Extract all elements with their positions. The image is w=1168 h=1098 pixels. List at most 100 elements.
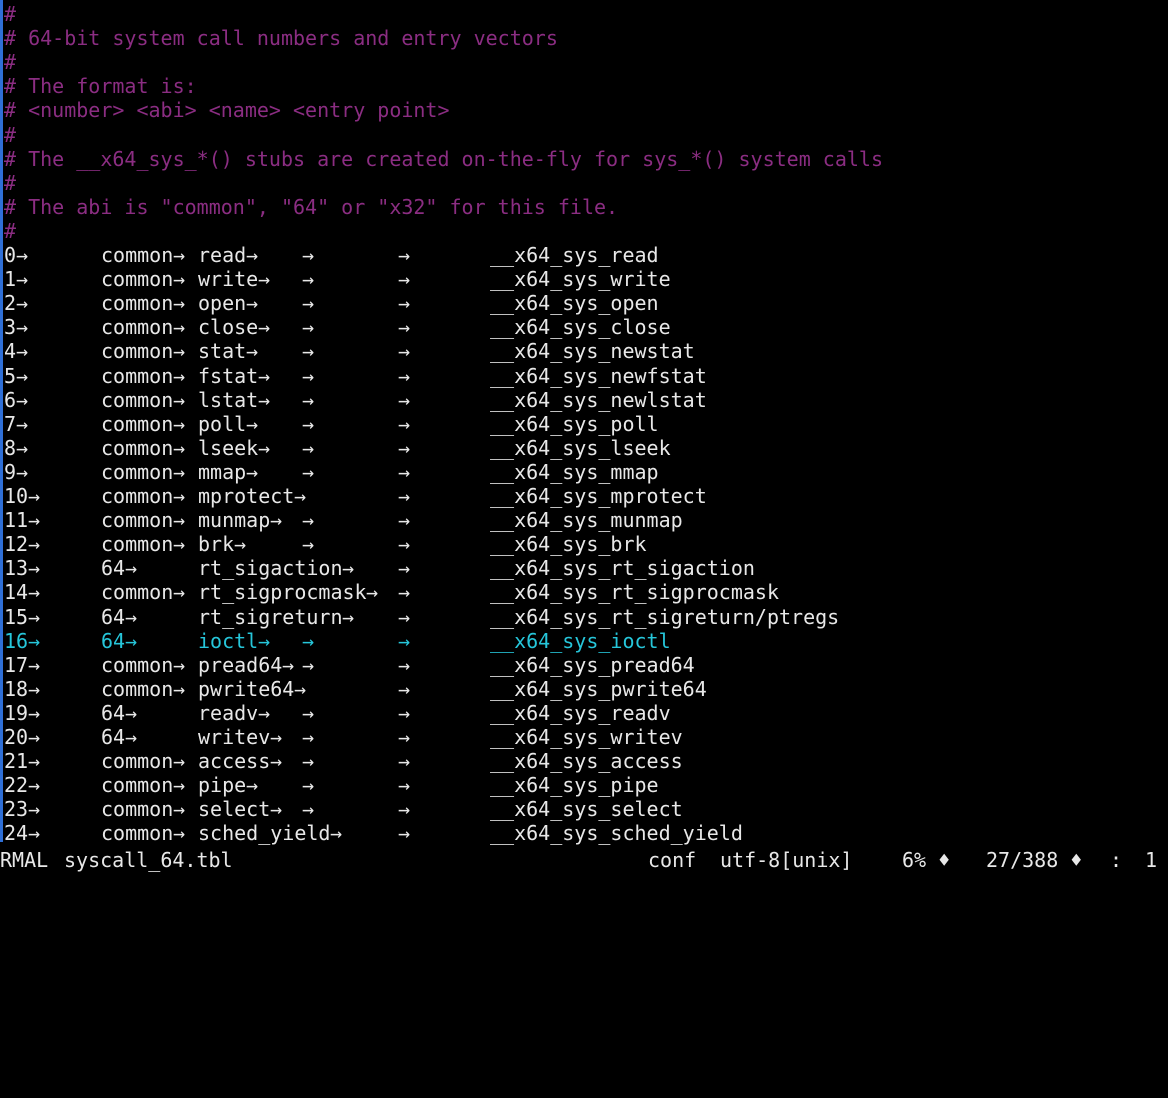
- syscall-row[interactable]: 4 common stat __x64_sys_newstat → → → → →: [4, 339, 1164, 363]
- syscall-row[interactable]: 12 common brk __x64_sys_brk → → → → →: [4, 532, 1164, 556]
- syscall-row[interactable]: 10 common mprotect __x64_sys_mprotect → → → →: [4, 484, 1164, 508]
- syscall-row[interactable]: 22 common pipe __x64_sys_pipe → → → → →: [4, 773, 1164, 797]
- syscall-row[interactable]: 3 common close __x64_sys_close → → → → →: [4, 315, 1164, 339]
- syscall-abi: 64: [101, 628, 126, 653]
- tab-arrow-icon: →: [173, 484, 186, 508]
- tab-arrow-icon: →: [302, 749, 315, 774]
- syscall-entry-point: __x64_sys_newstat: [490, 339, 695, 364]
- tab-arrow-icon: →: [294, 484, 307, 508]
- syscall-number: 14: [4, 580, 29, 605]
- syscall-abi: common: [101, 267, 174, 292]
- tab-arrow-icon: →: [246, 773, 259, 798]
- tab-arrow-icon: →: [302, 652, 315, 677]
- syscall-abi: 64: [101, 725, 126, 749]
- tab-arrow-icon: →: [270, 725, 283, 749]
- tab-arrow-icon: →: [28, 797, 41, 822]
- tab-arrow-icon: →: [258, 700, 271, 725]
- syscall-row[interactable]: 20 64 writev __x64_sys_writev → → → → →: [4, 725, 1164, 749]
- syscall-row[interactable]: 15 64 rt_sigreturn __x64_sys_rt_sigreturn/p…: [4, 605, 1164, 629]
- syscall-number: 1: [4, 267, 17, 292]
- syscall-row[interactable]: 9 common mmap __x64_sys_mmap → → → → →: [4, 460, 1164, 484]
- tab-arrow-icon: →: [173, 532, 186, 557]
- syscall-row[interactable]: 5 common fstat __x64_sys_newfstat → → → → →: [4, 364, 1164, 388]
- syscall-abi: common: [101, 797, 174, 822]
- left-margin-bar: [0, 0, 3, 842]
- tab-arrow-icon: →: [173, 773, 186, 798]
- tab-arrow-icon: →: [16, 459, 29, 484]
- syscall-name: pipe: [198, 773, 247, 798]
- tab-arrow-icon: →: [173, 652, 186, 677]
- syscall-row[interactable]: 1 common write __x64_sys_write → → → → →: [4, 267, 1164, 291]
- tab-arrow-icon: →: [398, 291, 411, 316]
- syscall-entry-point: __x64_sys_open: [490, 291, 659, 316]
- tab-arrow-icon: →: [173, 508, 186, 533]
- syscall-entry-point: __x64_sys_rt_sigprocmask: [490, 580, 779, 605]
- syscall-row[interactable]: 17 common pread64 __x64_sys_pread64 → → → → →: [4, 653, 1164, 677]
- tab-arrow-icon: →: [28, 652, 41, 677]
- syscall-row[interactable]: 18 common pwrite64 __x64_sys_pwrite64 → → → →: [4, 677, 1164, 701]
- tab-arrow-icon: →: [302, 387, 315, 412]
- syscall-number: 11: [4, 508, 29, 533]
- tab-arrow-icon: →: [16, 339, 29, 364]
- syscall-number: 23: [4, 797, 29, 822]
- syscall-row[interactable]: 11 common munmap __x64_sys_munmap → → → → →: [4, 508, 1164, 532]
- syscall-row[interactable]: 2 common open __x64_sys_open → → → → →: [4, 291, 1164, 315]
- syscall-number: 16: [4, 628, 29, 653]
- tab-arrow-icon: →: [302, 700, 315, 725]
- syscall-name: access: [198, 749, 271, 774]
- syscall-abi: common: [101, 435, 174, 460]
- tab-arrow-icon: →: [28, 725, 41, 749]
- comment-line: #: [4, 122, 17, 147]
- syscall-name: readv: [198, 700, 259, 725]
- syscall-row[interactable]: 23 common select __x64_sys_select → → → → →: [4, 797, 1164, 821]
- syscall-name: stat: [198, 339, 247, 364]
- syscall-entry-point: __x64_sys_poll: [490, 411, 659, 436]
- tab-arrow-icon: →: [173, 267, 186, 292]
- syscall-number: 5: [4, 363, 17, 388]
- tab-arrow-icon: →: [398, 243, 411, 267]
- tab-arrow-icon: →: [173, 339, 186, 364]
- syscall-number: 15: [4, 604, 29, 629]
- file-encoding: utf-8[unix]: [720, 848, 853, 872]
- syscall-entry-point: __x64_sys_writev: [490, 725, 683, 749]
- syscall-row[interactable]: 16 64 ioctl __x64_sys_ioctl → → → → →: [4, 629, 1164, 653]
- syscall-name: mmap: [198, 459, 247, 484]
- tab-arrow-icon: →: [302, 363, 315, 388]
- syscall-row[interactable]: 21 common access __x64_sys_access → → → → →: [4, 749, 1164, 773]
- tab-arrow-icon: →: [398, 725, 411, 749]
- tab-arrow-icon: →: [398, 580, 411, 605]
- syscall-row[interactable]: 0 common read __x64_sys_read → → → → →: [4, 243, 1164, 267]
- tab-arrow-icon: →: [398, 484, 411, 508]
- tab-arrow-icon: →: [28, 676, 41, 701]
- syscall-entry-point: __x64_sys_pwrite64: [490, 676, 707, 701]
- tab-arrow-icon: →: [366, 580, 379, 605]
- syscall-name: rt_sigreturn: [198, 604, 343, 629]
- syscall-name: lseek: [198, 435, 259, 460]
- syscall-row[interactable]: 6 common lstat __x64_sys_newlstat → → → → →: [4, 388, 1164, 412]
- tab-arrow-icon: →: [398, 508, 411, 533]
- syscall-name: poll: [198, 411, 247, 436]
- tab-arrow-icon: →: [246, 243, 259, 267]
- syscall-row[interactable]: 13 64 rt_sigaction __x64_sys_rt_sigaction → →…: [4, 556, 1164, 580]
- tab-arrow-icon: →: [302, 459, 315, 484]
- syscall-entry-point: __x64_sys_munmap: [490, 508, 683, 533]
- filetype: conf: [648, 848, 697, 872]
- syscall-row[interactable]: 14 common rt_sigprocmask __x64_sys_rt_sigpr…: [4, 580, 1164, 604]
- syscall-row[interactable]: 19 64 readv __x64_sys_readv → → → → →: [4, 701, 1164, 725]
- syscall-number: 19: [4, 700, 29, 725]
- tab-arrow-icon: →: [28, 749, 41, 774]
- syscall-row[interactable]: 8 common lseek __x64_sys_lseek → → → → →: [4, 436, 1164, 460]
- syscall-row[interactable]: 24 common sched_yield __x64_sys_sched_yield…: [4, 821, 1164, 845]
- syscall-row[interactable]: 7 common poll __x64_sys_poll → → → → →: [4, 412, 1164, 436]
- tab-arrow-icon: →: [16, 315, 29, 340]
- tab-arrow-icon: →: [173, 821, 186, 846]
- tab-arrow-icon: →: [294, 676, 307, 701]
- tab-arrow-icon: →: [16, 267, 29, 292]
- editor-buffer[interactable]: # # 64-bit system call numbers and entry …: [4, 0, 1164, 846]
- tab-arrow-icon: →: [398, 749, 411, 774]
- tab-arrow-icon: →: [398, 773, 411, 798]
- syscall-entry-point: __x64_sys_rt_sigreturn/ptregs: [490, 604, 840, 629]
- tab-arrow-icon: →: [246, 339, 259, 364]
- scroll-percent: 6% ♦: [902, 848, 951, 872]
- syscall-entry-point: __x64_sys_mmap: [490, 459, 659, 484]
